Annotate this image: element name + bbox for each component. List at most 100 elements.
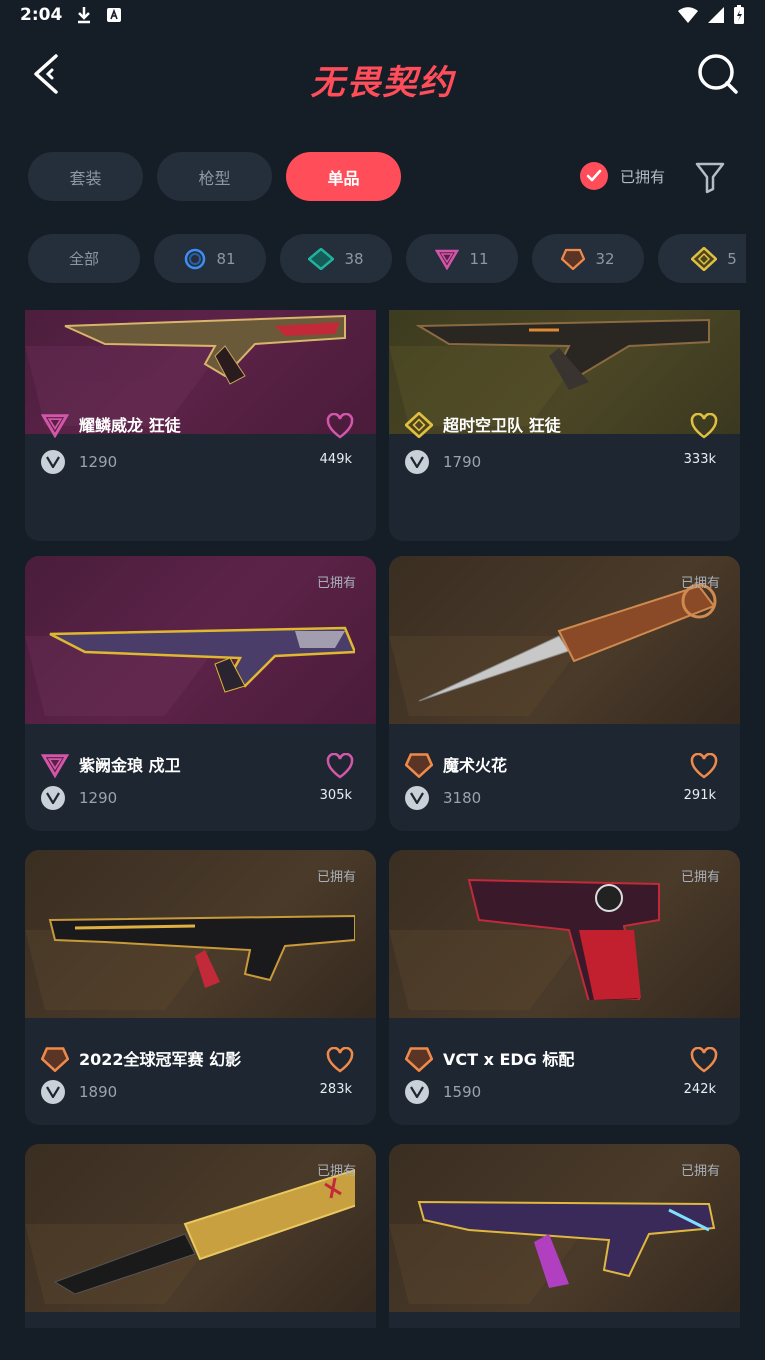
- battery-icon: [734, 5, 744, 24]
- owned-tag: 已拥有: [680, 1164, 720, 1179]
- item-card[interactable]: 已拥有 VCT x EDG 标配 1590 242k: [389, 850, 740, 1125]
- item-name: 超时空卫队 狂徒: [443, 416, 561, 435]
- like-count: 283k: [319, 1082, 352, 1097]
- item-image: 已拥有: [389, 850, 740, 1018]
- rarity-chip-label: 81: [216, 249, 236, 268]
- heart-icon[interactable]: [690, 1047, 718, 1073]
- vp-currency-icon: [41, 1080, 65, 1104]
- deluxe-tier-icon: [308, 247, 335, 270]
- ultra-tier-icon: [405, 412, 433, 438]
- item-image: 已拥有: [25, 1144, 376, 1312]
- vp-currency-icon: [405, 450, 429, 474]
- like-count: 242k: [683, 1082, 716, 1097]
- vp-currency-icon: [41, 786, 65, 810]
- item-card[interactable]: 已拥有: [25, 1144, 376, 1328]
- like-count: 333k: [683, 452, 716, 467]
- price-row: 1590: [405, 1080, 481, 1104]
- select-tier-icon: [185, 248, 206, 269]
- exclusive-tier-icon: [405, 1047, 433, 1072]
- premium-tier-icon: [435, 249, 460, 270]
- like-count: 305k: [319, 788, 352, 803]
- tab-single-item[interactable]: 单品: [286, 152, 401, 201]
- rarity-chip-label: 全部: [68, 250, 99, 268]
- rarity-chip-select[interactable]: 81: [154, 234, 266, 283]
- signal-icon: [708, 7, 724, 23]
- item-card[interactable]: 耀鳞威龙 狂徒 1290 449k: [25, 310, 376, 541]
- vp-currency-icon: [405, 1080, 429, 1104]
- item-name: 2022全球冠军赛 幻影: [79, 1050, 242, 1069]
- item-image: [25, 310, 376, 434]
- heart-icon[interactable]: [690, 413, 718, 439]
- item-card[interactable]: 已拥有 魔术火花 3180 291k: [389, 556, 740, 831]
- item-card[interactable]: 已拥有: [389, 1144, 740, 1328]
- exclusive-tier-icon: [41, 1047, 69, 1072]
- price-row: 1290: [41, 786, 117, 810]
- exclusive-tier-icon: [561, 248, 586, 270]
- owned-tag: 已拥有: [680, 870, 720, 885]
- vp-currency-icon: [405, 786, 429, 810]
- knife-skin-image: [53, 1168, 355, 1294]
- item-price: 1890: [79, 1083, 118, 1101]
- item-card[interactable]: 已拥有 2022全球冠军赛 幻影 1890 283k: [25, 850, 376, 1125]
- search-icon[interactable]: [696, 52, 740, 96]
- app-logo: 无畏契约: [310, 63, 455, 103]
- heart-icon[interactable]: [326, 413, 354, 439]
- tab-weapon-type[interactable]: 枪型: [157, 152, 272, 201]
- item-name: VCT x EDG 标配: [443, 1050, 575, 1069]
- price-row: 1290: [41, 450, 117, 474]
- item-name: 紫阙金琅 戍卫: [79, 756, 181, 775]
- owned-tag: 已拥有: [316, 576, 356, 591]
- checkbox-checked-icon[interactable]: [580, 162, 608, 190]
- item-image: 已拥有: [25, 556, 376, 724]
- tab-bundle[interactable]: 套装: [28, 152, 143, 201]
- rarity-chip-exclusive[interactable]: 32: [532, 234, 644, 283]
- exclusive-tier-icon: [405, 753, 433, 778]
- owned-filter-toggle[interactable]: 已拥有: [580, 162, 665, 190]
- item-grid: 耀鳞威龙 狂徒 1290 449k 超时空卫队 狂徒 1790 333k 已拥有…: [25, 310, 740, 1328]
- pistol-skin-image: [467, 878, 660, 1000]
- app-notification-icon: [107, 8, 122, 22]
- rifle-skin-image: [48, 914, 355, 988]
- item-name: 耀鳞威龙 狂徒: [79, 416, 181, 435]
- owned-tag: 已拥有: [680, 576, 720, 591]
- item-card[interactable]: 超时空卫队 狂徒 1790 333k: [389, 310, 740, 541]
- rarity-chip-deluxe[interactable]: 38: [280, 234, 392, 283]
- owned-tag: 已拥有: [316, 1164, 356, 1179]
- rarity-filter-row: 全部 81 38 11 32 5: [28, 234, 746, 284]
- item-card[interactable]: 已拥有 紫阙金琅 戍卫 1290 305k: [25, 556, 376, 831]
- bottom-spacer: [0, 1340, 765, 1360]
- item-price: 1290: [79, 453, 118, 471]
- heart-icon[interactable]: [326, 753, 354, 779]
- rarity-chip-premium[interactable]: 11: [406, 234, 518, 283]
- rarity-chip-label: 5: [727, 249, 737, 268]
- rarity-chip-label: 11: [469, 249, 489, 268]
- category-tabs: 套装 枪型 单品: [28, 152, 401, 201]
- filter-icon[interactable]: [694, 160, 726, 194]
- item-image: 已拥有: [25, 850, 376, 1018]
- item-name: 魔术火花: [443, 756, 508, 775]
- item-price: 1290: [79, 789, 118, 807]
- heart-icon[interactable]: [326, 1047, 354, 1073]
- price-row: 1790: [405, 450, 481, 474]
- item-image: 已拥有: [389, 556, 740, 724]
- rarity-chip-label: 38: [344, 249, 364, 268]
- rarity-chip-ultra[interactable]: 5: [658, 234, 746, 283]
- knife-skin-image: [418, 583, 717, 702]
- rarity-chip-all[interactable]: 全部: [28, 234, 140, 283]
- rarity-chip-label: 32: [595, 249, 615, 268]
- owned-filter-label: 已拥有: [620, 167, 666, 186]
- ultra-tier-icon: [691, 246, 718, 271]
- status-time: 2:04: [20, 5, 63, 25]
- price-row: 3180: [405, 786, 481, 810]
- smg-skin-image: [417, 1200, 716, 1288]
- premium-tier-icon: [41, 414, 69, 438]
- heart-icon[interactable]: [690, 753, 718, 779]
- rifle-skin-image: [64, 314, 346, 385]
- item-price: 3180: [443, 789, 482, 807]
- app-header: 无畏契约: [0, 30, 765, 120]
- item-image: [389, 310, 740, 434]
- rifle-skin-image: [415, 318, 710, 390]
- like-count: 291k: [683, 788, 716, 803]
- item-price: 1590: [443, 1083, 482, 1101]
- status-bar: 2:04: [0, 0, 765, 30]
